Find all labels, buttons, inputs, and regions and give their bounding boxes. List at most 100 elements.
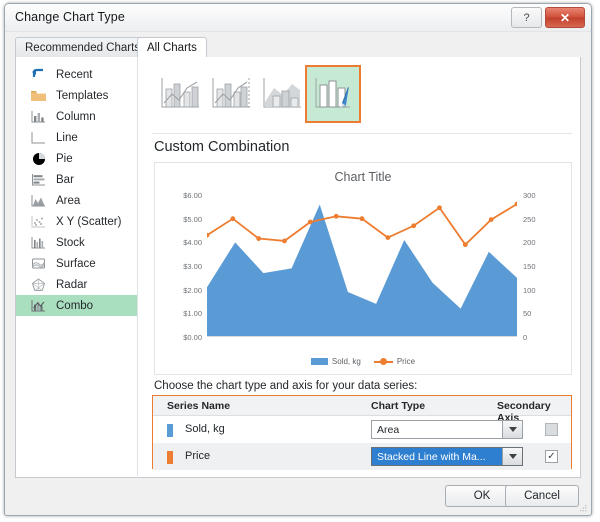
pie-icon bbox=[30, 151, 47, 166]
gallery-thumb-clustered-column-line[interactable] bbox=[152, 65, 208, 123]
dialog-title: Change Chart Type bbox=[15, 10, 125, 24]
table-row: Sold, kg Area bbox=[153, 416, 571, 443]
line-marker bbox=[488, 217, 494, 223]
main-panel: Recent Templates Column Line Pie Bar Are… bbox=[15, 57, 581, 478]
preview-heading: Custom Combination bbox=[154, 139, 290, 155]
sidebar-item-surface[interactable]: Surface bbox=[16, 253, 137, 274]
legend-item-price: Price bbox=[373, 357, 415, 366]
chart-type-gallery bbox=[152, 65, 572, 127]
recent-icon bbox=[30, 67, 47, 82]
line-marker bbox=[462, 242, 468, 248]
secondary-tick: 0 bbox=[523, 333, 528, 342]
combo-icon bbox=[30, 298, 47, 313]
legend-item-sold-kg: Sold, kg bbox=[310, 357, 361, 366]
secondary-tick: 150 bbox=[523, 262, 536, 271]
tab-strip: Recommended Charts All Charts bbox=[15, 37, 581, 58]
sidebar-item-label: Templates bbox=[56, 89, 109, 102]
help-button[interactable]: ? bbox=[511, 7, 542, 28]
line-marker bbox=[256, 236, 262, 241]
sidebar-item-area[interactable]: Area bbox=[16, 190, 137, 211]
series-name: Price bbox=[185, 450, 211, 462]
chooser-instruction: Choose the chart type and axis for your … bbox=[154, 380, 418, 392]
window-controls: ? ✕ bbox=[511, 7, 585, 28]
chart-category-sidebar: Recent Templates Column Line Pie Bar Are… bbox=[16, 57, 138, 476]
primary-tick: $6.00 bbox=[183, 191, 202, 200]
primary-tick: $5.00 bbox=[183, 214, 202, 224]
sidebar-item-stock[interactable]: Stock bbox=[16, 232, 137, 253]
chart-legend: Sold, kg Price bbox=[155, 357, 571, 366]
gallery-separator bbox=[152, 133, 572, 134]
line-marker bbox=[333, 213, 339, 219]
sidebar-item-column[interactable]: Column bbox=[16, 106, 137, 127]
chart-title: Chart Title bbox=[334, 170, 392, 184]
chart-type-dropdown-sold-kg[interactable]: Area bbox=[371, 420, 523, 439]
tab-recommended-charts[interactable]: Recommended Charts bbox=[15, 37, 151, 58]
sidebar-item-line[interactable]: Line bbox=[16, 127, 137, 148]
sidebar-item-radar[interactable]: Radar bbox=[16, 274, 137, 295]
sidebar-item-combo[interactable]: Combo bbox=[16, 295, 137, 316]
line-marker bbox=[385, 235, 391, 240]
resize-grip-icon[interactable] bbox=[578, 504, 587, 513]
gallery-thumb-clustered-column-line-secondary[interactable] bbox=[203, 65, 259, 123]
primary-tick: $3.00 bbox=[183, 262, 202, 271]
series-color-marker bbox=[167, 451, 173, 464]
stacked-area-clustered-column-icon bbox=[263, 78, 301, 108]
sidebar-item-bar[interactable]: Bar bbox=[16, 169, 137, 190]
sidebar-item-label: X Y (Scatter) bbox=[56, 215, 122, 228]
secondary-tick: 100 bbox=[523, 285, 536, 295]
sidebar-item-label: Bar bbox=[56, 173, 74, 186]
custom-combination-icon bbox=[315, 78, 350, 108]
secondary-tick: 300 bbox=[523, 191, 536, 200]
sidebar-item-scatter[interactable]: X Y (Scatter) bbox=[16, 211, 137, 232]
chevron-down-icon[interactable] bbox=[502, 421, 522, 438]
sidebar-item-label: Recent bbox=[56, 68, 93, 81]
sidebar-item-label: Pie bbox=[56, 152, 73, 165]
line-marker bbox=[282, 238, 287, 244]
chevron-down-icon[interactable] bbox=[502, 448, 522, 465]
change-chart-type-dialog: Change Chart Type ? ✕ Recommended Charts… bbox=[4, 3, 592, 516]
series-color-marker bbox=[167, 424, 173, 437]
sidebar-item-label: Surface bbox=[56, 257, 96, 270]
bar-icon bbox=[30, 172, 47, 187]
secondary-axis-checkbox-price[interactable]: ✓ bbox=[545, 450, 558, 463]
secondary-axis-checkbox-sold-kg[interactable] bbox=[545, 423, 558, 436]
scatter-icon bbox=[30, 214, 47, 229]
sidebar-item-templates[interactable]: Templates bbox=[16, 85, 137, 106]
chart-type-dropdown-price[interactable]: Stacked Line with Ma... bbox=[371, 447, 523, 466]
series-table-header: Series Name Chart Type Secondary Axis bbox=[153, 396, 571, 424]
stock-icon bbox=[30, 235, 47, 250]
primary-tick: $1.00 bbox=[183, 309, 202, 319]
sidebar-item-label: Radar bbox=[56, 278, 88, 291]
sidebar-item-label: Stock bbox=[56, 236, 85, 249]
primary-tick: $4.00 bbox=[183, 238, 202, 248]
dialog-footer: OK Cancel bbox=[5, 480, 591, 515]
surface-icon bbox=[30, 256, 47, 271]
sidebar-item-label: Line bbox=[56, 131, 78, 144]
secondary-tick: 50 bbox=[523, 309, 532, 319]
clustered-column-line-secondary-icon bbox=[212, 78, 250, 108]
gallery-thumb-stacked-area-clustered-column[interactable] bbox=[254, 65, 310, 123]
column-header-series-name: Series Name bbox=[167, 400, 231, 412]
sidebar-item-pie[interactable]: Pie bbox=[16, 148, 137, 169]
cancel-button[interactable]: Cancel bbox=[505, 485, 579, 507]
sidebar-item-recent[interactable]: Recent bbox=[16, 64, 137, 85]
legend-label: Sold, kg bbox=[331, 357, 361, 366]
legend-line-marker bbox=[373, 358, 393, 365]
chart-preview[interactable]: Chart Title $6.00 $5.00 $4.00 $3.00 $2.0… bbox=[154, 162, 572, 375]
sidebar-item-label: Area bbox=[56, 194, 81, 207]
radar-icon bbox=[30, 277, 47, 292]
close-button[interactable]: ✕ bbox=[545, 7, 585, 28]
secondary-tick: 200 bbox=[523, 238, 536, 248]
line-marker bbox=[359, 216, 365, 222]
gallery-thumb-custom-combination[interactable] bbox=[305, 65, 361, 123]
sidebar-item-label: Column bbox=[56, 110, 96, 123]
area-series-sold-kg bbox=[207, 204, 517, 337]
chart-plot-area: $6.00 $5.00 $4.00 $3.00 $2.00 $1.00 $0.0… bbox=[183, 191, 535, 342]
series-table: Series Name Chart Type Secondary Axis So… bbox=[152, 395, 572, 470]
folder-icon bbox=[30, 88, 47, 103]
tab-all-charts[interactable]: All Charts bbox=[137, 37, 207, 58]
chart-series-layer bbox=[207, 201, 517, 337]
series-name: Sold, kg bbox=[185, 423, 225, 435]
line-marker bbox=[437, 205, 442, 211]
area-icon bbox=[30, 193, 47, 208]
